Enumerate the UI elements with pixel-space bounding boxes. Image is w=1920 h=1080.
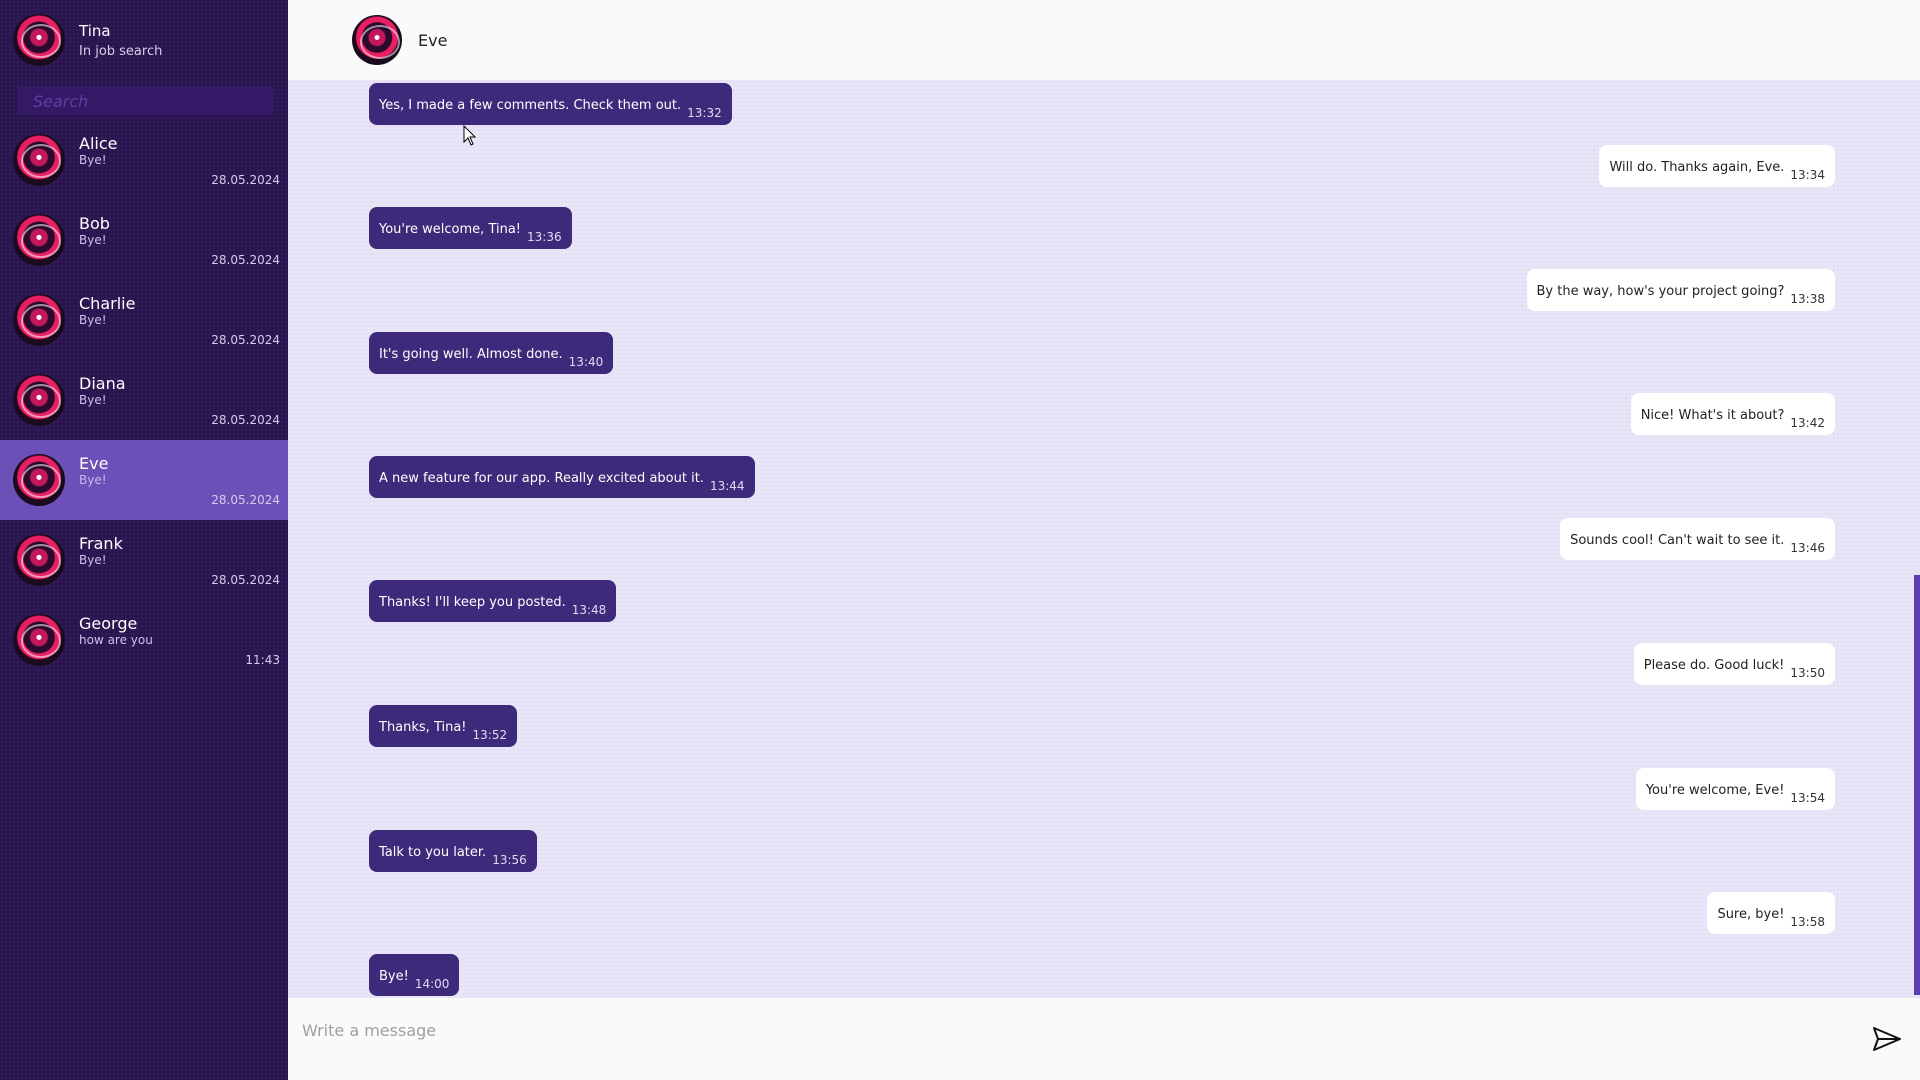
contact-date: 28.05.2024 [211, 173, 280, 187]
message-time: 13:32 [687, 106, 722, 120]
message-bubble-incoming: Talk to you later. 13:56 [369, 830, 537, 872]
chat-partner-name[interactable]: Eve [418, 31, 447, 50]
message-text: Please do. Good luck! [1643, 658, 1785, 673]
contact-avatar [13, 134, 65, 186]
chat-header: Eve [288, 0, 1920, 80]
message-time: 13:50 [1790, 666, 1825, 680]
message-time: 13:56 [492, 853, 527, 867]
message-text: Sure, bye! [1717, 907, 1785, 922]
contact-avatar [13, 534, 65, 586]
message-time: 13:40 [568, 355, 604, 369]
message-time: 13:46 [1790, 541, 1825, 555]
contact-item-diana[interactable]: Diana Bye! 28.05.2024 [0, 360, 288, 440]
message-bubble-outgoing: You're welcome, Eve! 13:54 [1635, 768, 1835, 810]
message-scrollbar[interactable] [1914, 575, 1920, 995]
contact-date: 28.05.2024 [211, 253, 280, 267]
contact-last-message: Bye! [79, 233, 107, 247]
contact-item-bob[interactable]: Bob Bye! 28.05.2024 [0, 200, 288, 280]
sidebar: Tina In job search Alice Bye! 28.05.2024… [0, 0, 288, 1080]
message-bubble-outgoing: Sounds cool! Can't wait to see it. 13:46 [1560, 518, 1835, 560]
user-status: In job search [79, 43, 163, 59]
message-time: 13:42 [1790, 416, 1825, 430]
message-text: Thanks! I'll keep you posted. [379, 595, 566, 610]
contact-list: Alice Bye! 28.05.2024 Bob Bye! 28.05.202… [0, 120, 288, 680]
contact-item-charlie[interactable]: Charlie Bye! 28.05.2024 [0, 280, 288, 360]
message-time: 13:58 [1790, 915, 1825, 929]
contact-name: Frank [79, 534, 123, 553]
contact-avatar [13, 214, 65, 266]
contact-avatar [13, 454, 65, 506]
contact-date: 28.05.2024 [211, 573, 280, 587]
message-text: Nice! What's it about? [1640, 408, 1785, 423]
contact-date: 28.05.2024 [211, 413, 280, 427]
message-composer [288, 998, 1920, 1080]
message-time: 13:38 [1790, 292, 1825, 306]
message-time: 13:34 [1790, 168, 1825, 182]
message-bubble-incoming: Thanks! I'll keep you posted. 13:48 [369, 580, 617, 622]
message-text: By the way, how's your project going? [1536, 284, 1785, 299]
message-text: Yes, I made a few comments. Check them o… [379, 98, 682, 113]
contact-item-george[interactable]: George how are you 11:43 [0, 600, 288, 680]
contact-date: 28.05.2024 [211, 333, 280, 347]
contact-avatar [13, 374, 65, 426]
message-bubble-outgoing: By the way, how's your project going? 13:… [1526, 269, 1835, 311]
contact-item-eve[interactable]: Eve Bye! 28.05.2024 [0, 440, 288, 520]
message-text: A new feature for our app. Really excite… [379, 471, 704, 486]
contact-last-message: how are you [79, 633, 153, 647]
contact-last-message: Bye! [79, 153, 107, 167]
contact-date: 11:43 [245, 653, 280, 667]
send-icon[interactable] [1872, 1026, 1902, 1052]
message-text: Sounds cool! Can't wait to see it. [1570, 533, 1785, 548]
message-bubble-incoming: Bye! 14:00 [369, 954, 460, 996]
message-text: Bye! [379, 969, 409, 984]
message-bubble-outgoing: Please do. Good luck! 13:50 [1633, 643, 1835, 685]
chat-partner-avatar[interactable] [352, 15, 402, 65]
message-bubble-outgoing: Sure, bye! 13:58 [1707, 892, 1835, 934]
message-time: 13:36 [527, 230, 562, 244]
message-bubble-incoming: A new feature for our app. Really excite… [369, 456, 755, 498]
user-avatar [13, 14, 65, 66]
contact-date: 28.05.2024 [211, 493, 280, 507]
contact-avatar [13, 614, 65, 666]
contact-name: Charlie [79, 294, 136, 313]
message-bubble-incoming: Yes, I made a few comments. Check them o… [369, 83, 732, 125]
contact-last-message: Bye! [79, 393, 107, 407]
message-bubble-outgoing: Nice! What's it about? 13:42 [1630, 393, 1835, 435]
contact-item-frank[interactable]: Frank Bye! 28.05.2024 [0, 520, 288, 600]
contact-name: Eve [79, 454, 109, 473]
message-input[interactable] [302, 1014, 1802, 1046]
message-time: 13:52 [472, 728, 508, 742]
message-text: You're welcome, Tina! [379, 222, 522, 237]
message-time: 13:44 [709, 479, 745, 493]
contact-avatar [13, 294, 65, 346]
message-text: Talk to you later. [379, 845, 487, 860]
contact-last-message: Bye! [79, 313, 107, 327]
message-time: 14:00 [414, 977, 450, 991]
user-name: Tina [79, 21, 111, 40]
user-profile[interactable]: Tina In job search [13, 14, 162, 66]
contact-item-alice[interactable]: Alice Bye! 28.05.2024 [0, 120, 288, 200]
message-bubble-incoming: It's going well. Almost done. 13:40 [369, 332, 614, 374]
message-list[interactable]: Yes, I made a few comments. Check them o… [288, 80, 1920, 998]
contact-last-message: Bye! [79, 553, 107, 567]
message-bubble-incoming: Thanks, Tina! 13:52 [369, 705, 518, 747]
message-text: It's going well. Almost done. [379, 347, 563, 362]
search-input[interactable] [17, 87, 273, 115]
contact-name: Diana [79, 374, 126, 393]
message-text: You're welcome, Eve! [1645, 783, 1785, 798]
contact-name: Alice [79, 134, 118, 153]
contact-name: Bob [79, 214, 110, 233]
mouse-pointer-icon [463, 125, 477, 146]
message-bubble-incoming: You're welcome, Tina! 13:36 [369, 207, 572, 249]
contact-last-message: Bye! [79, 473, 107, 487]
message-bubble-outgoing: Will do. Thanks again, Eve. 13:34 [1599, 145, 1835, 187]
message-time: 13:48 [571, 603, 607, 617]
contact-name: George [79, 614, 138, 633]
message-time: 13:54 [1790, 791, 1825, 805]
message-text: Thanks, Tina! [379, 720, 467, 735]
chat-panel: Eve Yes, I made a few comments. Check th… [288, 0, 1920, 1080]
message-text: Will do. Thanks again, Eve. [1609, 160, 1785, 175]
